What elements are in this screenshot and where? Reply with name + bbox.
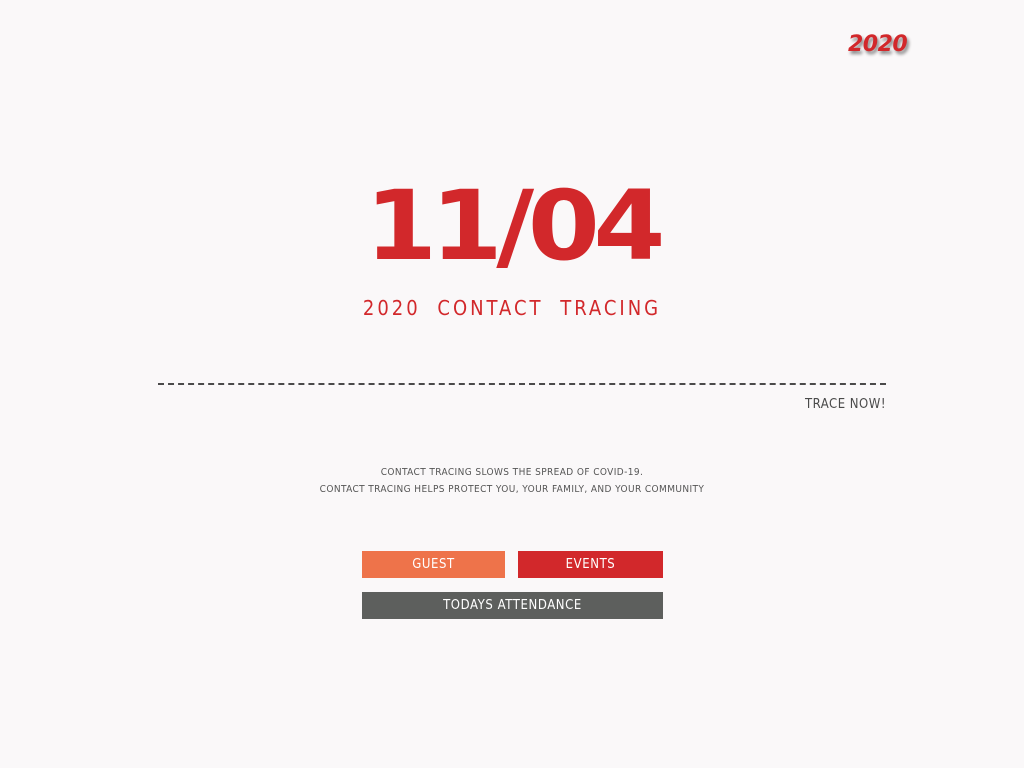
info-text: CONTACT TRACING SLOWS THE SPREAD OF COVI… bbox=[0, 464, 1024, 498]
events-button[interactable]: EVENTS bbox=[518, 551, 663, 578]
trace-now-link[interactable]: TRACE NOW! bbox=[770, 397, 886, 412]
year-badge: 2020 bbox=[848, 32, 908, 57]
guest-button[interactable]: GUEST bbox=[362, 551, 505, 578]
date-display: 11/04 bbox=[364, 170, 666, 282]
dashed-divider bbox=[158, 383, 886, 385]
info-line-1: CONTACT TRACING SLOWS THE SPREAD OF COVI… bbox=[380, 467, 644, 478]
info-line-2: CONTACT TRACING HELPS PROTECT YOU, YOUR … bbox=[319, 484, 705, 495]
todays-attendance-button[interactable]: TODAYS ATTENDANCE bbox=[362, 592, 663, 619]
page: 2020 11/04 2020 CONTACT TRACING TRACE NO… bbox=[0, 0, 1024, 768]
page-subtitle: 2020 CONTACT TRACING bbox=[362, 296, 662, 320]
